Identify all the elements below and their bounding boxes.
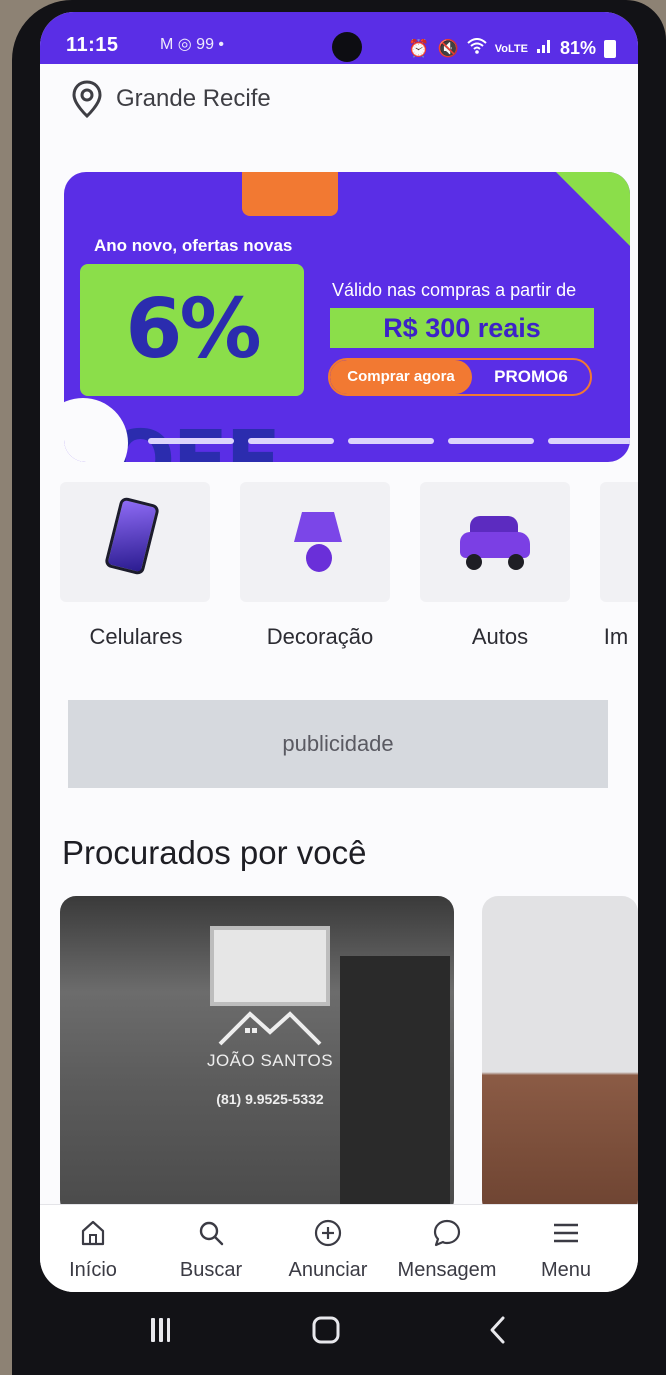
battery-percent: 81%	[559, 38, 596, 58]
banner-eyebrow: Ano novo, ofertas novas	[94, 236, 293, 255]
map-pin-icon	[66, 78, 108, 120]
nav-anunciar[interactable]: Anunciar	[272, 1213, 384, 1292]
listing-watermark: JOÃO SANTOS (81) 9.9525-5332	[160, 1006, 380, 1107]
carousel-dot[interactable]	[148, 438, 234, 444]
section-title: Procurados por você	[62, 834, 367, 871]
category-label: Autos	[471, 624, 529, 649]
watermark-name: JOÃO SANTOS	[206, 1051, 334, 1070]
nav-label: Início	[69, 1259, 117, 1281]
wifi-icon	[467, 38, 487, 59]
listing-photo: JOÃO SANTOS (81) 9.9525-5332	[60, 896, 454, 1216]
carousel-indicators	[148, 438, 630, 444]
buy-now-button[interactable]: Comprar agora	[330, 360, 472, 394]
listing-card[interactable]: JOÃO SANTOS (81) 9.9525-5332	[60, 896, 454, 1216]
location-name: Grande Recife	[116, 85, 271, 112]
location-selector[interactable]: Grande Recife	[66, 78, 271, 120]
category-celulares[interactable]: Celulares	[60, 482, 210, 662]
signal-text: VoLTE	[494, 42, 528, 55]
status-time: 11:15	[66, 34, 119, 56]
carousel-dot[interactable]	[348, 438, 434, 444]
phone-icon	[103, 496, 161, 576]
banner-coupon[interactable]: Comprar agora PROMO6	[328, 358, 592, 396]
banner-amount: R$ 300 reais	[330, 308, 594, 348]
status-icons: ⏰ 🔇 VoLTE 81%	[408, 38, 616, 59]
category-decoracao[interactable]: Decoração	[240, 482, 390, 662]
banner-corner-decoration	[556, 172, 630, 246]
banner-discount: 6% OFF	[80, 264, 304, 462]
bottom-navigation: Início Buscar Anunciar Mensagem Menu	[40, 1204, 638, 1292]
battery-icon	[604, 39, 616, 58]
ad-slot[interactable]: publicidade	[68, 700, 608, 788]
category-label: Celulares	[89, 624, 183, 649]
promo-banner[interactable]: Ano novo, ofertas novas 6% OFF Válido na…	[64, 172, 630, 462]
signal-icon	[536, 38, 552, 59]
recents-icon[interactable]	[140, 1310, 180, 1350]
category-label: Decoração	[266, 624, 374, 649]
menu-icon	[534, 1213, 598, 1253]
category-autos[interactable]: Autos	[420, 482, 570, 662]
category-tile	[420, 482, 570, 602]
category-imoveis[interactable]: Im	[600, 482, 638, 662]
screen: 11:15 M ◎ 99 • ⏰ 🔇 VoLTE 81% Grande Reci…	[40, 12, 638, 1292]
listing-photo	[482, 896, 638, 1216]
home-icon	[58, 1213, 128, 1253]
house-logo-icon	[218, 1011, 322, 1046]
front-camera	[332, 32, 362, 62]
status-notifications: M ◎ 99 •	[160, 36, 225, 53]
chat-bubble-icon	[388, 1213, 506, 1253]
nav-label: Buscar	[179, 1259, 243, 1281]
home-button-icon[interactable]	[306, 1310, 346, 1350]
category-label: Im	[603, 624, 629, 649]
alarm-icon: ⏰	[408, 38, 430, 58]
banner-tab-decoration	[242, 172, 338, 216]
nav-label: Anunciar	[288, 1259, 368, 1281]
carousel-dot[interactable]	[548, 438, 630, 444]
nav-label: Menu	[540, 1259, 592, 1281]
category-tile	[240, 482, 390, 602]
watermark-phone: (81) 9.9525-5332	[216, 1091, 324, 1107]
listing-card[interactable]	[482, 896, 638, 1216]
status-bar: 11:15 M ◎ 99 • ⏰ 🔇 VoLTE 81%	[40, 12, 638, 64]
carousel-dot[interactable]	[448, 438, 534, 444]
banner-valid-text: Válido nas compras a partir de	[332, 280, 577, 300]
nav-label: Mensagem	[397, 1259, 497, 1281]
category-carousel: Celulares Decoração Autos Im	[60, 482, 638, 662]
plus-circle-icon	[272, 1213, 384, 1253]
category-tile	[600, 482, 638, 602]
ad-label: publicidade	[282, 731, 394, 756]
system-navigation	[0, 1290, 666, 1375]
nav-buscar[interactable]: Buscar	[168, 1213, 254, 1292]
back-icon[interactable]	[478, 1310, 518, 1350]
carousel-dot[interactable]	[248, 438, 334, 444]
nav-mensagem[interactable]: Mensagem	[388, 1213, 506, 1292]
nav-inicio[interactable]: Início	[58, 1213, 128, 1292]
mute-icon: 🔇	[437, 38, 459, 58]
search-icon	[168, 1213, 254, 1253]
nav-menu[interactable]: Menu	[534, 1213, 598, 1292]
coupon-code: PROMO6	[494, 367, 568, 386]
category-tile	[60, 482, 210, 602]
listing-carousel: JOÃO SANTOS (81) 9.9525-5332	[40, 896, 638, 1216]
